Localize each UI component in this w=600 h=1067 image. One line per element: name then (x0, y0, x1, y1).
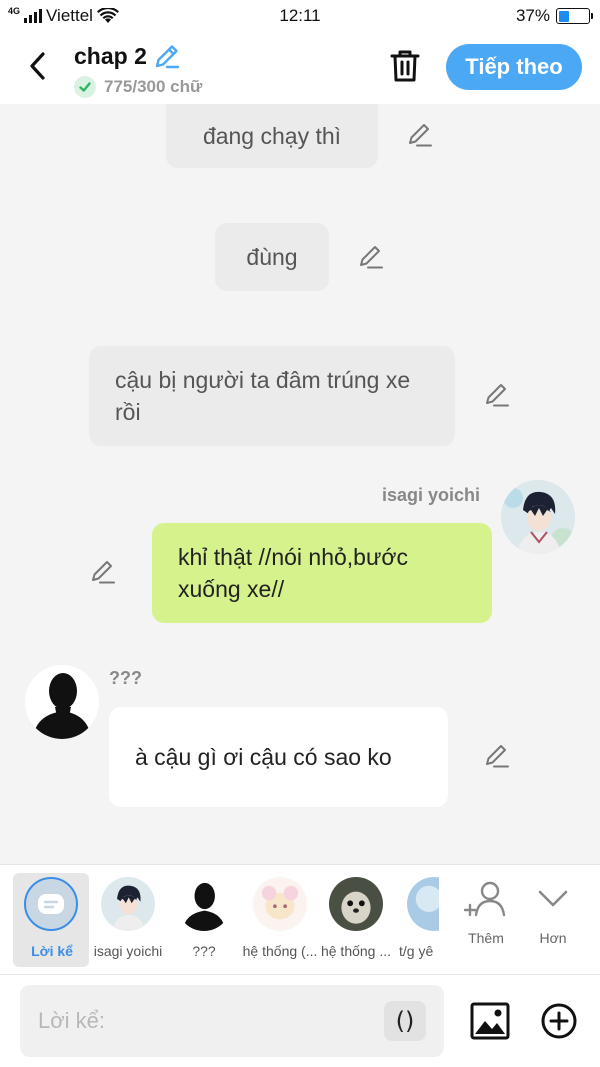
message-input[interactable] (20, 985, 444, 1057)
character-isagi[interactable]: isagi yoichi (89, 873, 167, 967)
expand-characters-label: Hơn (539, 930, 567, 946)
avatar (177, 877, 231, 931)
edit-message-button[interactable] (89, 558, 117, 586)
check-icon (74, 76, 96, 98)
pencil-icon (360, 246, 383, 269)
status-bar: 4G Viettel 12:11 37% (0, 0, 600, 32)
narration-bubble[interactable]: cậu bị người ta đâm trúng xe rồi (89, 346, 455, 446)
add-character-label: Thêm (468, 930, 504, 946)
pencil-icon (486, 384, 509, 407)
character-label: isagi yoichi (93, 943, 163, 959)
delete-button[interactable] (388, 48, 422, 84)
edit-message-button[interactable] (483, 381, 511, 409)
narration-icon (24, 877, 78, 931)
chapter-title[interactable]: chap 2 (74, 42, 181, 70)
edit-message-button[interactable] (483, 742, 511, 770)
plus-circle-icon (541, 1003, 577, 1039)
image-icon (470, 1002, 510, 1040)
chevron-left-icon (30, 52, 45, 80)
narration-bubble[interactable]: đang chạy thì (166, 104, 378, 168)
avatar (253, 877, 307, 931)
character-system-2[interactable]: hệ thống ... (317, 873, 395, 967)
message-text: đùng (246, 244, 298, 270)
pencil-icon (486, 745, 509, 768)
pencil-icon (92, 561, 115, 584)
word-count: 775/300 chữ (74, 76, 202, 98)
pencil-icon (409, 124, 432, 147)
character-label: ??? (192, 943, 216, 959)
chat-area: đang chạy thì đùng cậu bị người ta đâm t… (0, 104, 600, 864)
word-count-text: 775/300 chữ (104, 77, 203, 96)
silhouette-avatar-icon (25, 665, 99, 739)
character-label: hệ thống (... (242, 943, 318, 959)
expand-characters-button[interactable]: Hơn (523, 879, 583, 959)
avatar (329, 877, 383, 931)
action-parentheses-button[interactable]: () (384, 1001, 426, 1041)
message-text: đang chạy thì (202, 123, 342, 149)
character-portrait-icon (501, 480, 575, 554)
character-label: hệ thống ... (320, 943, 392, 959)
message-text: khỉ thật //nói nhỏ,bước xuống xe// (178, 544, 408, 602)
editor-header: chap 2 775/300 chữ Tiếp theo (0, 32, 600, 104)
status-right: 37% (515, 6, 593, 26)
message-text: cậu bị người ta đâm trúng xe rồi (115, 367, 411, 425)
my-message-bubble[interactable]: khỉ thật //nói nhỏ,bước xuống xe// (152, 523, 492, 623)
trash-icon (390, 50, 420, 82)
next-button[interactable]: Tiếp theo (446, 44, 582, 90)
chapter-title-text: chap 2 (74, 42, 147, 69)
message-text: à cậu gì ơi cậu có sao ko (135, 744, 392, 770)
composer: () (0, 974, 600, 1067)
edit-message-button[interactable] (406, 121, 434, 149)
character-selector: Lời kể isagi yoichi ??? hệ thống (... hệ… (0, 864, 600, 974)
battery-percent: 37% (515, 6, 550, 25)
status-time: 12:11 (279, 6, 321, 25)
avatar[interactable] (25, 665, 99, 739)
edit-message-button[interactable] (357, 243, 385, 271)
pencil-icon[interactable] (153, 42, 181, 70)
chevron-down-icon (538, 890, 568, 907)
character-narrator[interactable]: Lời kể (13, 873, 89, 967)
add-button[interactable] (540, 1002, 578, 1040)
character-author[interactable]: t/g yê (393, 873, 439, 967)
character-unknown[interactable]: ??? (165, 873, 243, 967)
character-system-1[interactable]: hệ thống (... (241, 873, 319, 967)
avatar (101, 877, 155, 931)
avatar (407, 877, 439, 931)
battery-icon (556, 8, 593, 24)
add-user-icon (463, 881, 506, 917)
back-button[interactable] (22, 48, 52, 84)
speaker-name: isagi yoichi (382, 485, 481, 505)
speaker-name: ??? (109, 668, 142, 688)
character-label: t/g yê (399, 943, 434, 959)
other-message-bubble[interactable]: à cậu gì ơi cậu có sao ko (109, 707, 448, 807)
add-character-button[interactable]: Thêm (456, 879, 516, 959)
character-label: Lời kể (31, 943, 73, 959)
narration-bubble[interactable]: đùng (215, 223, 329, 291)
insert-image-button[interactable] (470, 1001, 510, 1041)
avatar[interactable] (501, 480, 575, 554)
